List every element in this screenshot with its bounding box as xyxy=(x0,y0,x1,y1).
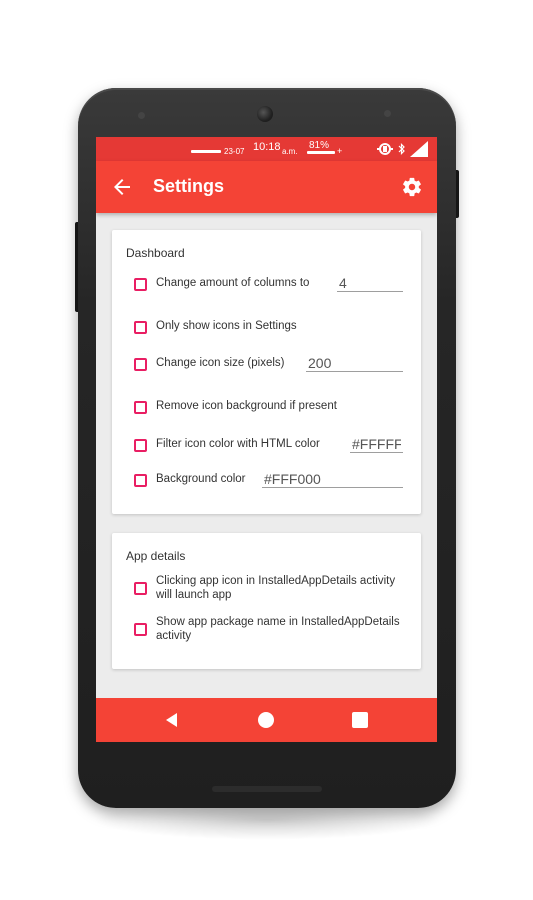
signal-icon xyxy=(410,141,428,157)
battery-percent: 81% xyxy=(309,140,330,151)
status-ampm: a.m. xyxy=(282,147,298,156)
icon-size-checkbox[interactable] xyxy=(134,358,147,371)
filter-color-label: Filter icon color with HTML color xyxy=(156,438,320,450)
light-sensor xyxy=(384,110,391,117)
proximity-sensor xyxy=(138,112,145,119)
columns-checkbox[interactable] xyxy=(134,278,147,291)
device-screen: 23-07 10:18 a.m. 81% + Settings Dashboar… xyxy=(96,137,437,742)
remove-bg-label: Remove icon background if present xyxy=(156,400,337,412)
remove-bg-row[interactable]: Remove icon background if present xyxy=(134,398,414,420)
battery-bar xyxy=(307,151,335,154)
gear-icon xyxy=(403,177,421,197)
bottom-speaker xyxy=(212,786,322,792)
back-button[interactable] xyxy=(110,175,134,199)
arrow-back-icon xyxy=(114,179,130,195)
dashboard-header: Dashboard xyxy=(126,246,185,260)
bluetooth-icon xyxy=(398,143,405,155)
navigation-bar xyxy=(96,698,437,742)
dashboard-card: Dashboard Change amount of columns to On… xyxy=(112,230,421,514)
filter-color-checkbox[interactable] xyxy=(134,439,147,452)
only-icons-row[interactable]: Only show icons in Settings xyxy=(134,318,414,340)
status-bar: 23-07 10:18 a.m. 81% + xyxy=(96,137,437,161)
nav-home-icon xyxy=(258,712,274,728)
app-details-header: App details xyxy=(126,549,186,563)
only-icons-label: Only show icons in Settings xyxy=(156,320,297,332)
launch-app-row[interactable]: Clicking app icon in InstalledAppDetails… xyxy=(134,574,414,606)
show-package-checkbox[interactable] xyxy=(134,623,147,636)
show-package-label: Show app package name in InstalledAppDet… xyxy=(156,616,400,642)
columns-label: Change amount of columns to xyxy=(156,277,310,289)
background-color-checkbox[interactable] xyxy=(134,474,147,487)
nav-home-button[interactable] xyxy=(256,710,276,730)
settings-button[interactable] xyxy=(401,176,423,198)
status-time: 10:18 xyxy=(253,141,281,153)
launch-app-label: Clicking app icon in InstalledAppDetails… xyxy=(156,575,396,601)
only-icons-checkbox[interactable] xyxy=(134,321,147,334)
status-progress-bar xyxy=(191,150,221,153)
nav-back-button[interactable] xyxy=(162,710,182,730)
battery-charging-sign: + xyxy=(337,146,343,156)
app-details-card: App details Clicking app icon in Install… xyxy=(112,533,421,669)
launch-app-checkbox[interactable] xyxy=(134,582,147,595)
icon-size-input[interactable] xyxy=(306,354,403,372)
app-toolbar: Settings xyxy=(96,161,437,213)
page-title: Settings xyxy=(153,176,225,196)
nav-back-icon xyxy=(166,713,177,727)
show-package-row[interactable]: Show app package name in InstalledAppDet… xyxy=(134,615,414,647)
background-color-input[interactable] xyxy=(262,470,403,488)
nav-recents-button[interactable] xyxy=(350,710,370,730)
icon-size-label: Change icon size (pixels) xyxy=(156,357,285,369)
background-color-label: Background color xyxy=(156,473,246,485)
status-date: 23-07 xyxy=(224,147,245,156)
filter-color-input[interactable] xyxy=(350,435,403,453)
sync-icon xyxy=(377,143,393,155)
columns-input[interactable] xyxy=(337,274,403,292)
front-camera xyxy=(257,106,273,122)
nav-recents-icon xyxy=(352,712,368,728)
remove-bg-checkbox[interactable] xyxy=(134,401,147,414)
